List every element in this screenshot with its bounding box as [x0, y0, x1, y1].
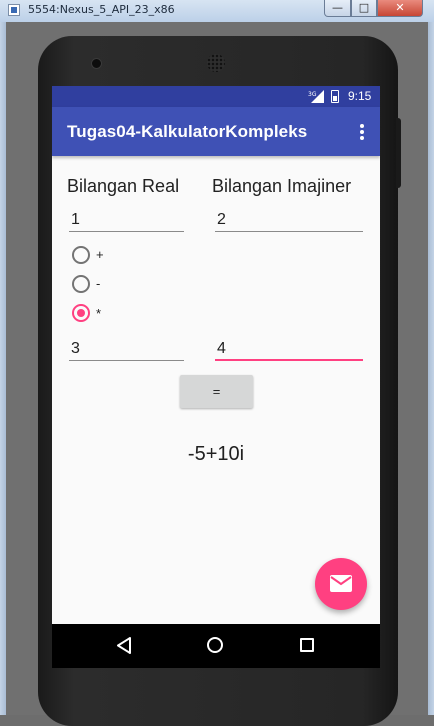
window-border-right [428, 22, 434, 715]
radio-subtract-label: - [96, 276, 101, 291]
device-screen: 3G 9:15 Tugas04-KalkulatorKompleks Bilan… [52, 86, 380, 668]
label-real: Bilangan Real [67, 176, 180, 196]
status-bar: 3G 9:15 [52, 86, 380, 107]
radio-add[interactable] [72, 246, 90, 264]
label-imaginary: Bilangan Imajiner [212, 176, 352, 196]
email-icon [330, 575, 352, 592]
radio-subtract[interactable] [72, 275, 90, 293]
navigation-bar [52, 624, 380, 668]
radio-multiply-label: * [96, 306, 102, 321]
earpiece-speaker [207, 54, 225, 72]
window-title: 5554:Nexus_5_API_23_x86 [28, 3, 175, 16]
status-time: 9:15 [348, 89, 372, 103]
front-camera [91, 58, 102, 69]
equals-button[interactable]: = [180, 375, 253, 408]
input-real-1[interactable]: 1 [69, 208, 184, 232]
window-titlebar: 5554:Nexus_5_API_23_x86 — □ ✕ [0, 0, 434, 23]
close-button[interactable]: ✕ [377, 0, 423, 17]
app-title: Tugas04-KalkulatorKompleks [67, 122, 308, 141]
emulator-app-icon [8, 4, 20, 16]
signal-icon: 3G [308, 90, 324, 103]
phone-power-button[interactable] [396, 118, 401, 188]
fab-email-button[interactable] [315, 558, 367, 610]
battery-icon [331, 90, 339, 103]
back-icon[interactable] [116, 637, 132, 654]
input-imaginary-2[interactable]: 4 [215, 337, 363, 361]
home-icon[interactable] [207, 637, 223, 653]
result-text: -5+10i [187, 443, 245, 465]
minimize-button[interactable]: — [324, 0, 351, 17]
more-vert-icon[interactable] [355, 123, 369, 141]
input-imaginary-1[interactable]: 2 [215, 208, 363, 232]
input-real-2[interactable]: 3 [69, 337, 184, 361]
network-type-label: 3G [308, 91, 317, 98]
recent-apps-icon[interactable] [300, 638, 314, 652]
radio-multiply[interactable] [72, 304, 90, 322]
app-toolbar: Tugas04-KalkulatorKompleks [52, 107, 380, 156]
radio-add-label: + [96, 247, 104, 262]
maximize-button[interactable]: □ [351, 0, 377, 17]
